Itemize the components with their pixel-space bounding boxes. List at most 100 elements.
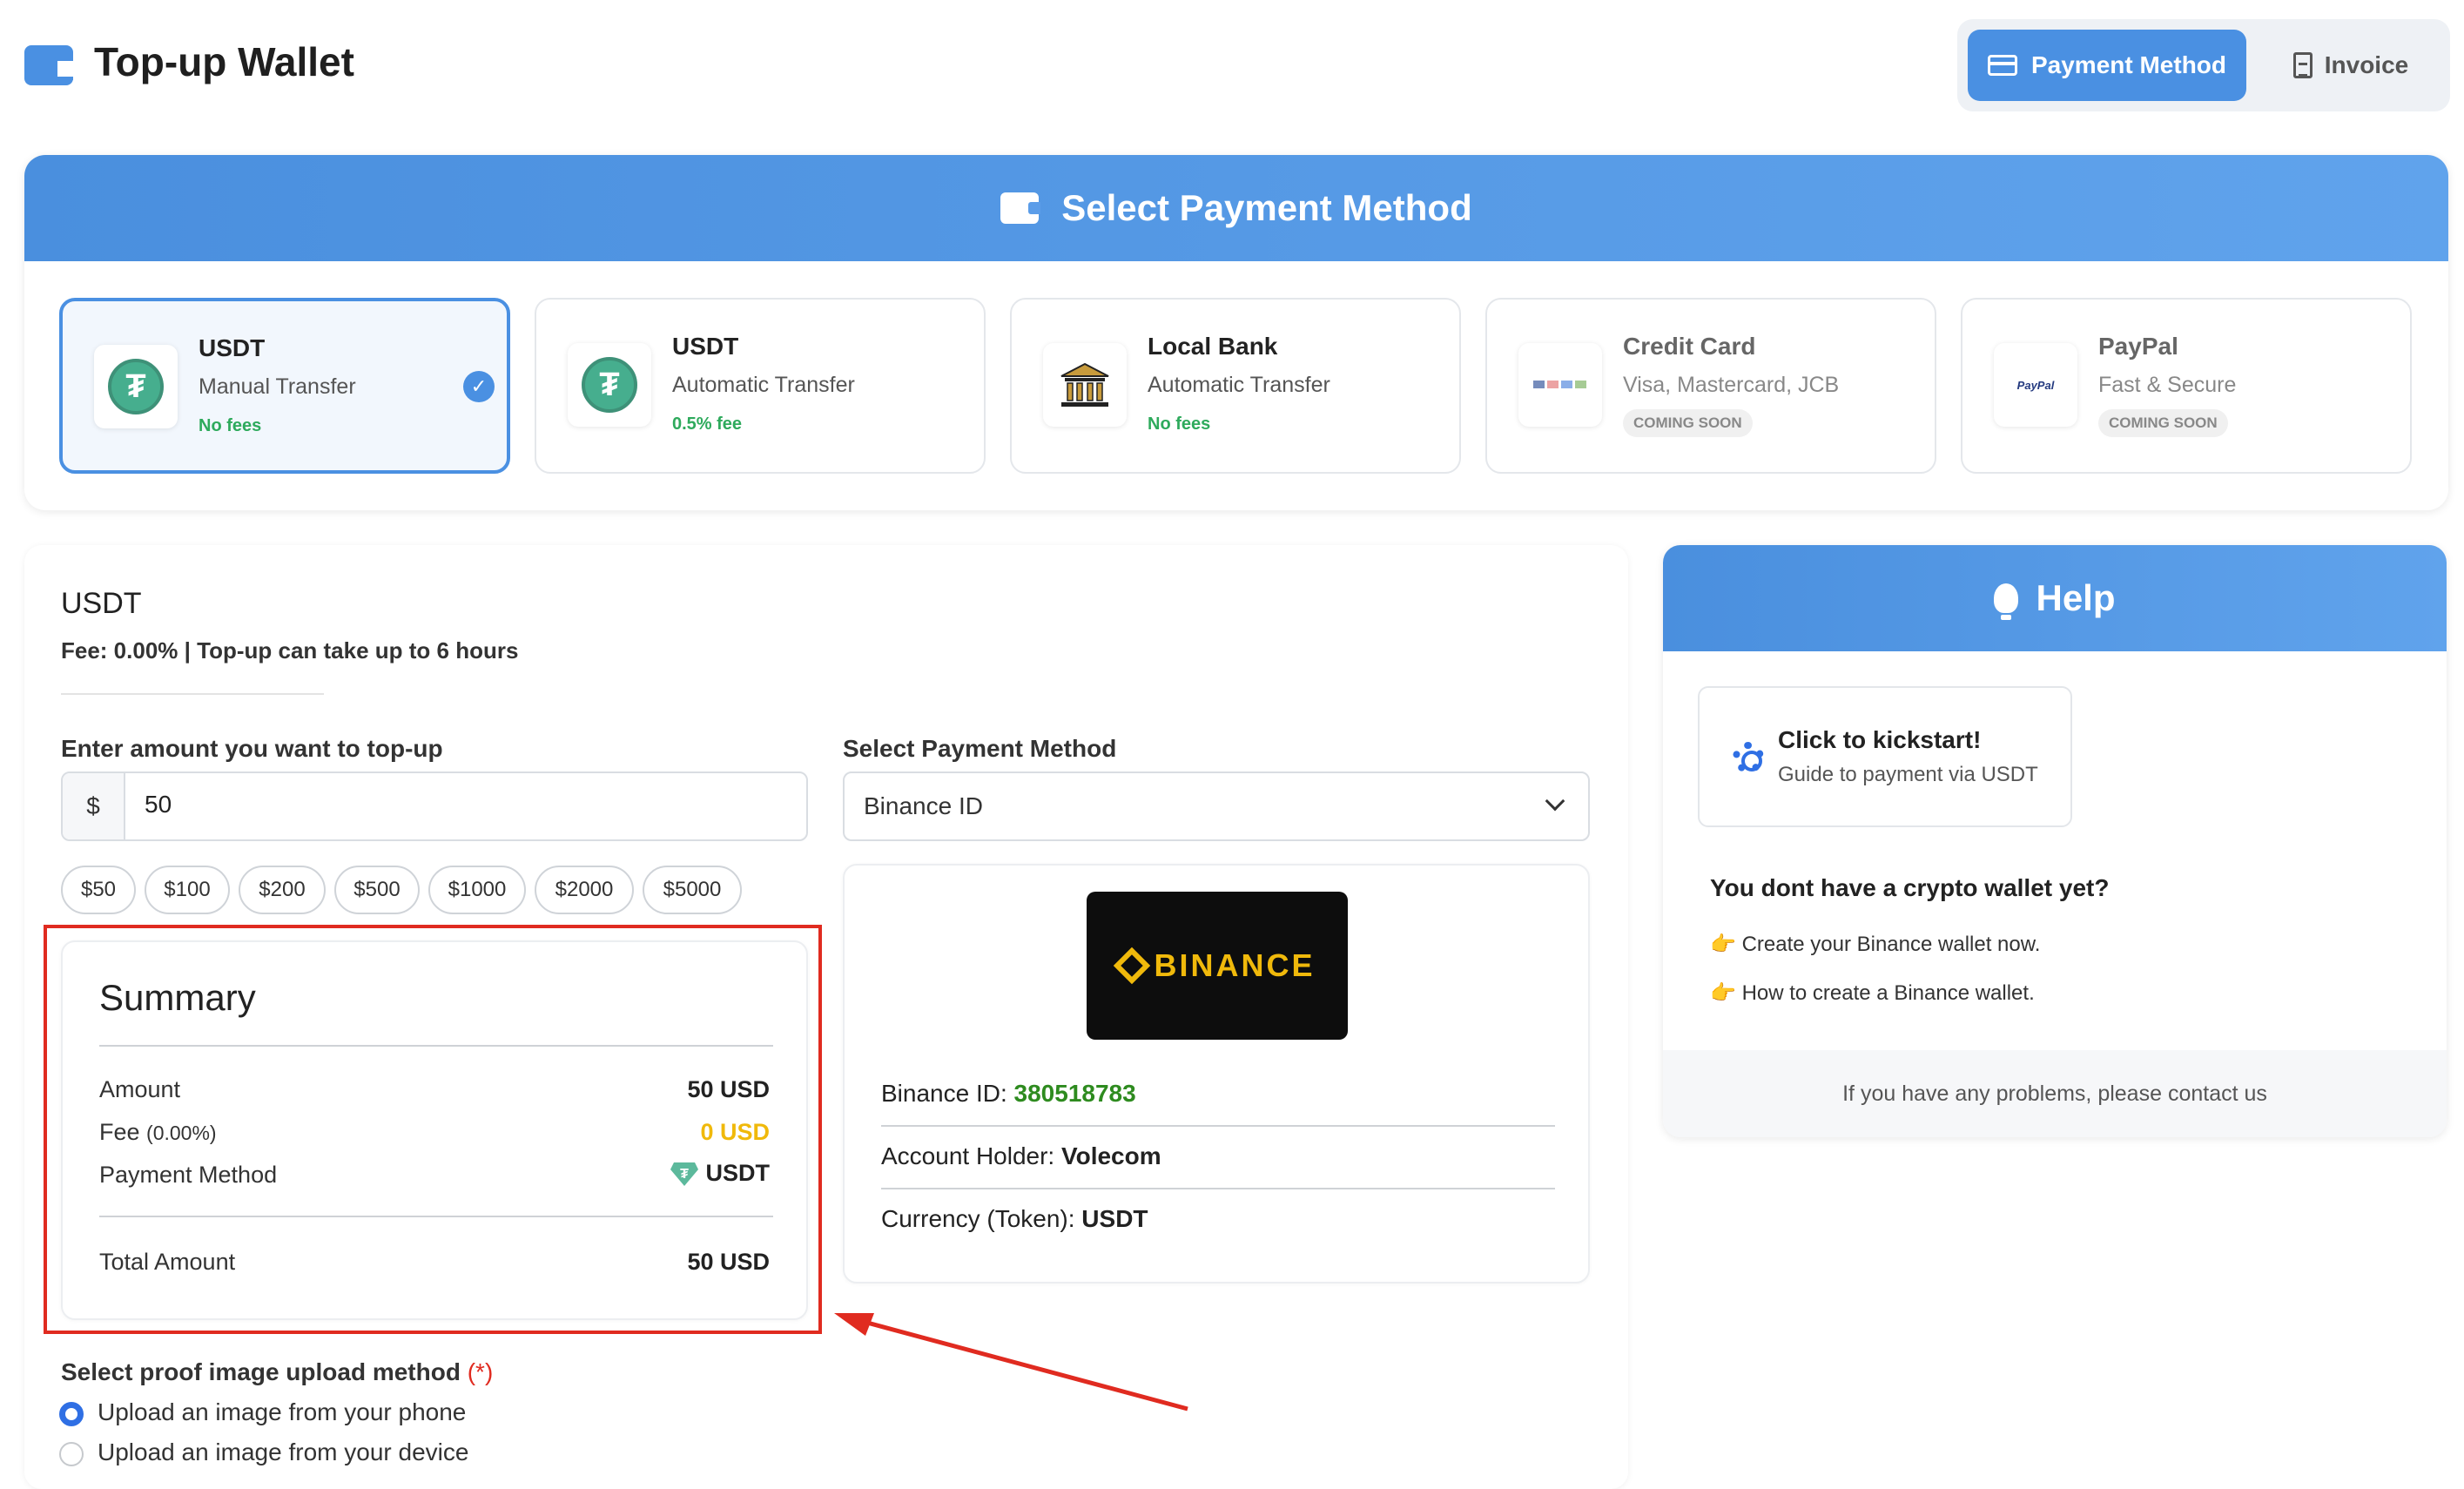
payment-method-panel: Select Payment Method ₮ USDT Manual Tran… bbox=[24, 155, 2448, 510]
amount-field: $ bbox=[61, 771, 808, 841]
card-brands-icon bbox=[1533, 381, 1586, 388]
fee-info: Fee: 0.00% | Top-up can take up to 6 hou… bbox=[61, 637, 519, 664]
amount-label: Enter amount you want to top-up bbox=[61, 735, 443, 762]
form-heading: USDT bbox=[61, 587, 142, 620]
divider bbox=[881, 1125, 1555, 1127]
wallet-icon bbox=[24, 45, 73, 85]
method-name: USDT bbox=[672, 333, 739, 360]
proof-upload-label: Select proof image upload method (*) bbox=[61, 1358, 493, 1386]
binance-id-value: 380518783 bbox=[1013, 1080, 1136, 1107]
select-value: Binance ID bbox=[864, 792, 983, 819]
page-title: Top-up Wallet bbox=[94, 39, 354, 84]
binance-logo-text: BINANCE bbox=[1154, 947, 1316, 983]
method-name: Credit Card bbox=[1623, 333, 1756, 360]
method-card-usdt-manual[interactable]: ₮ USDT Manual Transfer No fees ✓ bbox=[59, 298, 510, 474]
document-icon bbox=[2292, 52, 2313, 78]
howto-wallet-link[interactable]: 👉 How to create a Binance wallet. bbox=[1710, 980, 2035, 1006]
card-brands-logo bbox=[1518, 343, 1602, 427]
proof-label-text: Select proof image upload method bbox=[61, 1358, 461, 1385]
method-desc: Fast & Secure bbox=[2098, 373, 2237, 397]
account-holder-value: Volecom bbox=[1061, 1142, 1161, 1169]
create-wallet-link[interactable]: 👉 Create your Binance wallet now. bbox=[1710, 932, 2040, 957]
method-name: PayPal bbox=[2098, 333, 2178, 360]
tether-icon: ₮ bbox=[108, 359, 164, 414]
payment-method-title: Select Payment Method bbox=[1061, 187, 1472, 228]
usdt-logo: ₮ bbox=[568, 343, 651, 427]
help-title: Help bbox=[2036, 577, 2116, 618]
usdt-logo: ₮ bbox=[94, 345, 178, 428]
amount-input[interactable] bbox=[145, 791, 754, 819]
help-header: Help bbox=[1663, 545, 2447, 651]
amount-chip-100[interactable]: $100 bbox=[145, 866, 230, 914]
amount-chip-200[interactable]: $200 bbox=[239, 866, 326, 914]
select-method-label: Select Payment Method bbox=[843, 735, 1117, 762]
gear-icon bbox=[1733, 742, 1764, 773]
paypal-logo-text: PayPal bbox=[2016, 378, 2055, 392]
currency-prefix: $ bbox=[63, 773, 125, 839]
method-card-paypal: PayPal PayPal Fast & Secure COMING SOON bbox=[1961, 298, 2412, 474]
required-marker: (*) bbox=[467, 1358, 494, 1385]
divider bbox=[61, 693, 324, 695]
currency-row: Currency (Token): USDT bbox=[881, 1205, 1148, 1233]
method-name: Local Bank bbox=[1148, 333, 1278, 360]
method-card-credit-card: Credit Card Visa, Mastercard, JCB COMING… bbox=[1485, 298, 1936, 474]
coming-soon-badge: COMING SOON bbox=[2098, 409, 2228, 437]
wallet-icon bbox=[1000, 192, 1041, 224]
method-fee: No fees bbox=[199, 416, 262, 435]
method-fee: 0.5% fee bbox=[672, 414, 743, 434]
pointing-hand-icon: 👉 bbox=[1710, 933, 1736, 956]
method-desc: Manual Transfer bbox=[199, 374, 356, 399]
tab-payment-method-label: Payment Method bbox=[2030, 51, 2227, 78]
tab-invoice[interactable]: Invoice bbox=[2264, 30, 2438, 101]
method-desc: Automatic Transfer bbox=[1148, 373, 1330, 397]
method-desc: Visa, Mastercard, JCB bbox=[1623, 373, 1840, 397]
amount-chip-500[interactable]: $500 bbox=[334, 866, 420, 914]
kickstart-button[interactable]: Click to kickstart! Guide to payment via… bbox=[1698, 686, 2072, 827]
currency-label: Currency (Token): bbox=[881, 1205, 1082, 1232]
radio-upload-device-label[interactable]: Upload an image from your device bbox=[98, 1438, 468, 1466]
bank-logo bbox=[1043, 343, 1127, 427]
binance-id-row: Binance ID: 380518783 bbox=[881, 1080, 1136, 1108]
amount-chip-50[interactable]: $50 bbox=[61, 866, 136, 914]
amount-chip-5000[interactable]: $5000 bbox=[643, 866, 742, 914]
binance-info-card: BINANCE Binance ID: 380518783 Account Ho… bbox=[843, 864, 1590, 1284]
coming-soon-badge: COMING SOON bbox=[1623, 409, 1753, 437]
radio-upload-phone-label[interactable]: Upload an image from your phone bbox=[98, 1398, 466, 1426]
method-name: USDT bbox=[199, 334, 266, 361]
binance-logo: BINANCE bbox=[1087, 892, 1348, 1040]
binance-id-label: Binance ID: bbox=[881, 1080, 1014, 1107]
payment-method-select[interactable]: Binance ID bbox=[843, 771, 1590, 841]
currency-value: USDT bbox=[1081, 1205, 1148, 1232]
annotation-arrow bbox=[834, 1313, 1188, 1412]
kickstart-title: Click to kickstart! bbox=[1778, 726, 1982, 753]
check-icon: ✓ bbox=[463, 371, 495, 402]
method-fee: No fees bbox=[1148, 414, 1211, 434]
amount-chip-1000[interactable]: $1000 bbox=[428, 866, 526, 914]
tab-invoice-label: Invoice bbox=[2324, 51, 2409, 78]
divider bbox=[881, 1188, 1555, 1189]
pointing-hand-icon: 👉 bbox=[1710, 981, 1736, 1005]
account-holder-row: Account Holder: Volecom bbox=[881, 1142, 1161, 1170]
bank-icon bbox=[1060, 362, 1109, 407]
lightbulb-icon bbox=[1994, 583, 2019, 620]
radio-upload-phone[interactable] bbox=[59, 1402, 84, 1426]
create-wallet-text: Create your Binance wallet now. bbox=[1741, 933, 2041, 956]
howto-wallet-text: How to create a Binance wallet. bbox=[1741, 981, 2035, 1005]
chevron-down-icon bbox=[1545, 791, 1565, 812]
paypal-logo: PayPal bbox=[1994, 343, 2077, 427]
method-card-usdt-auto[interactable]: ₮ USDT Automatic Transfer 0.5% fee bbox=[535, 298, 986, 474]
radio-upload-device[interactable] bbox=[59, 1442, 84, 1466]
tab-payment-method[interactable]: Payment Method bbox=[1968, 30, 2246, 101]
annotation-highlight-box bbox=[44, 925, 822, 1334]
kickstart-subtitle: Guide to payment via USDT bbox=[1778, 763, 2038, 786]
account-holder-label: Account Holder: bbox=[881, 1142, 1061, 1169]
binance-diamond-icon bbox=[1114, 947, 1151, 985]
help-footer: If you have any problems, please contact… bbox=[1663, 1050, 2447, 1137]
help-panel: Help Click to kickstart! Guide to paymen… bbox=[1663, 545, 2447, 1137]
payment-method-header: Select Payment Method bbox=[24, 155, 2448, 261]
no-wallet-heading: You dont have a crypto wallet yet? bbox=[1710, 874, 2110, 901]
amount-chip-2000[interactable]: $2000 bbox=[535, 866, 634, 914]
method-card-local-bank[interactable]: Local Bank Automatic Transfer No fees bbox=[1010, 298, 1461, 474]
method-desc: Automatic Transfer bbox=[672, 373, 855, 397]
credit-card-icon bbox=[1987, 55, 2017, 76]
